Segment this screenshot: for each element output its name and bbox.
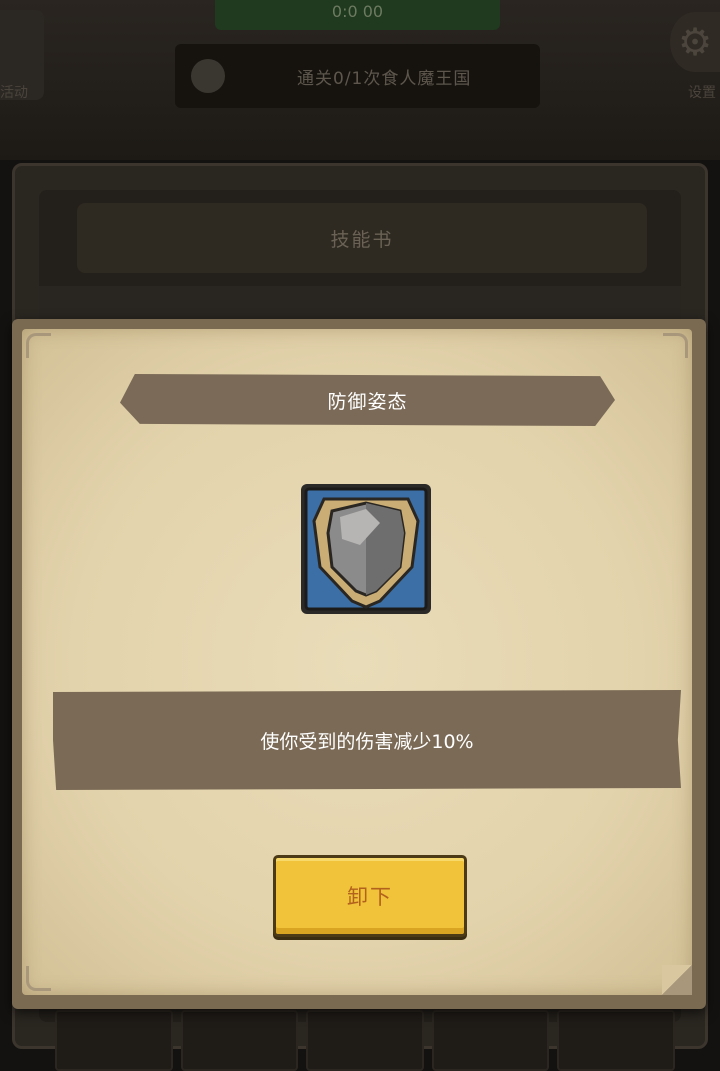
quest-tracker[interactable]: 通关0/1次食人魔王国 [175, 44, 540, 108]
skill-book-title: 技能书 [330, 228, 394, 251]
bottom-skill-slots [55, 1010, 675, 1071]
skill-slot[interactable] [431, 1010, 550, 1071]
skill-slot[interactable] [306, 1010, 424, 1071]
event-label: 活动 [0, 85, 28, 101]
skill-description-bar: 使你受到的伤害减少10% [53, 690, 681, 790]
skill-name: 防御姿态 [327, 390, 408, 413]
shield-icon [300, 483, 432, 615]
settings-label: 设置 [688, 85, 716, 101]
dialog-parchment: 防御姿态 使你受到的伤害减少10% 卸下 [22, 329, 692, 995]
skill-name-banner: 防御姿态 [120, 374, 615, 426]
quest-text: 通关0/1次食人魔王国 [297, 68, 472, 89]
skill-book-title-banner: 技能书 [77, 203, 647, 273]
corner-ornament [26, 333, 51, 358]
skill-slot[interactable] [180, 1010, 299, 1071]
unequip-button-label: 卸下 [347, 885, 393, 909]
corner-ornament [663, 333, 688, 358]
corner-ornament [26, 966, 51, 991]
skill-description: 使你受到的伤害减少10% [260, 730, 474, 753]
skill-slot[interactable] [55, 1010, 173, 1071]
timer-display: 0:0 00 [215, 0, 500, 30]
unequip-button[interactable]: 卸下 [273, 855, 467, 937]
skill-detail-dialog: 防御姿态 使你受到的伤害减少10% 卸下 [12, 319, 706, 1009]
skill-slot[interactable] [557, 1010, 675, 1071]
quest-icon [191, 59, 225, 93]
settings-gear-icon[interactable]: ⚙ [670, 12, 720, 72]
page-curl-decoration [662, 965, 692, 995]
